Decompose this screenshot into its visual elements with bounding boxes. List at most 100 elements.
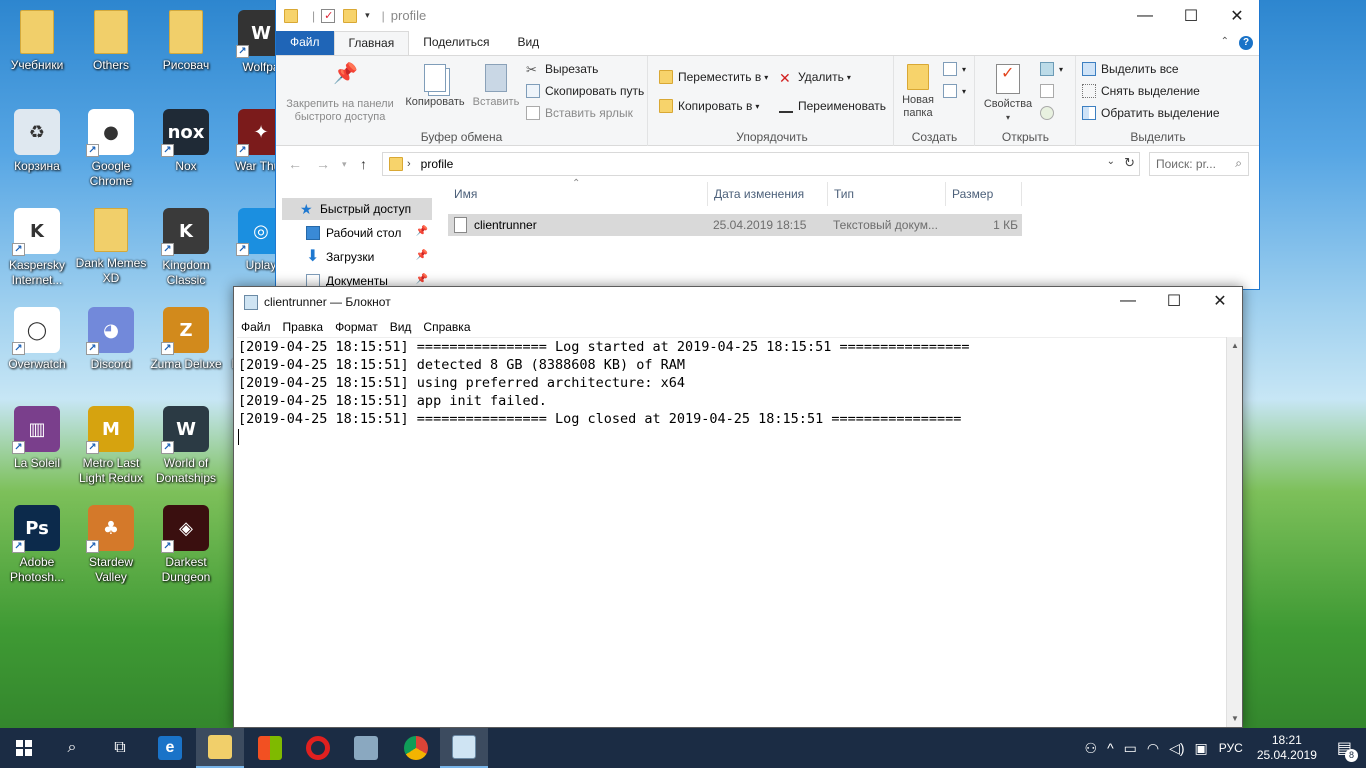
chevron-up-icon[interactable]: ^ [1107,740,1114,756]
battery-icon[interactable]: ▭ [1124,740,1137,757]
up-button[interactable]: ↑ [360,156,367,172]
maximize-button[interactable]: ☐ [1168,0,1214,32]
clock[interactable]: 18:21 25.04.2019 [1257,733,1317,763]
open-with-button[interactable]: ▾ [1040,62,1063,76]
delete-button[interactable]: ✕ Удалить ▾ [779,70,851,86]
select-none-button[interactable]: Снять выделение [1082,84,1200,98]
properties-quick-icon[interactable]: ✓ [321,8,336,23]
menu-help[interactable]: Справка [417,320,476,334]
pin-icon[interactable]: 📌 [416,274,428,285]
copy-path-button[interactable]: Скопировать путь [526,84,644,98]
nav-downloads[interactable]: ⬇ Загрузки 📌 [282,246,432,268]
tab-file[interactable]: Файл [276,31,334,55]
device-icon[interactable]: ▣ [1195,740,1208,757]
easy-access-button[interactable]: ▾ [943,84,966,98]
minimize-button[interactable]: — [1122,0,1168,32]
close-button[interactable]: ✕ [1214,0,1260,32]
edit-button[interactable] [1040,84,1059,98]
desktop-icon-item[interactable]: Учебники [0,4,74,100]
nav-desktop[interactable]: Рабочий стол 📌 [282,222,432,244]
desktop-icon-item[interactable]: Z ↗ Zuma Deluxe [149,301,223,397]
new-folder-button[interactable]: Новая папка [895,60,941,120]
rename-button[interactable]: Переименовать [779,99,886,113]
column-name[interactable]: Имя [448,182,708,206]
chevron-down-icon[interactable]: ▾ [365,10,370,21]
file-row[interactable]: clientrunner 25.04.2019 18:15 Текстовый … [448,214,1022,236]
volume-icon[interactable]: ◁) [1169,740,1184,757]
notepad-taskbar-button[interactable] [440,728,488,768]
new-folder-quick-icon[interactable] [343,8,358,23]
history-button[interactable] [1040,106,1059,120]
explorer-window[interactable]: | ✓ ▾ | profile — ☐ ✕ Файл Главная Подел… [275,0,1260,290]
tab-share[interactable]: Поделиться [409,31,503,55]
copy-button[interactable]: Копировать [400,60,470,109]
vertical-scrollbar[interactable]: ▲ ▼ [1226,337,1242,727]
menu-view[interactable]: Вид [384,320,418,334]
paste-button[interactable]: Вставить [468,60,524,109]
column-type[interactable]: Тип [828,182,946,206]
copy-to-button[interactable]: Копировать в ▾ [659,99,759,113]
column-date[interactable]: Дата изменения [708,182,828,206]
desktop-icon-item[interactable]: ◯ ↗ Overwatch [0,301,74,397]
desktop-icon-item[interactable]: ◈ ↗ Darkest Dungeon [149,499,223,595]
menu-edit[interactable]: Правка [277,320,330,334]
desktop-icon-item[interactable]: Others [74,4,148,100]
back-button[interactable]: ← [288,156,302,172]
move-to-button[interactable]: Переместить в ▾ [659,70,768,84]
edge-button[interactable]: e [146,728,194,768]
people-icon[interactable]: ⚇ [1085,740,1098,757]
desktop-icon-item[interactable]: ♻ Корзина [0,103,74,199]
start-button[interactable] [0,728,48,768]
desktop-icon-item[interactable]: ◕ ↗ Discord [74,301,148,397]
desktop-icon-item[interactable]: nox ↗ Nox [149,103,223,199]
language-indicator[interactable]: РУС [1219,741,1243,755]
store-button[interactable] [246,728,294,768]
address-dropdown-icon[interactable]: ⌄ [1107,156,1115,167]
scroll-down-icon[interactable]: ▼ [1231,714,1239,723]
desktop-icon-item[interactable]: K ↗ Kingdom Classic [149,202,223,298]
notepad-minimize-button[interactable]: — [1105,286,1151,316]
tab-view[interactable]: Вид [503,31,553,55]
pin-icon[interactable]: 📌 [416,226,428,237]
desktop-icon-item[interactable]: Dank Memes XD [74,202,148,298]
wifi-icon[interactable]: ◠ [1147,740,1159,757]
search-button[interactable]: ⌕ [48,728,96,768]
desktop-icon-item[interactable]: Рисовач [149,4,223,100]
recent-locations-icon[interactable]: ▾ [342,159,347,170]
notepad-titlebar[interactable]: clientrunner — Блокнот — ☐ ✕ [234,287,1242,317]
cut-button[interactable]: ✂ Вырезать [526,62,598,77]
new-item-button[interactable]: ▾ [943,62,966,76]
address-bar[interactable]: › profile ⌄ ↻ [382,152,1140,176]
desktop-icon-item[interactable]: M ↗ Metro Last Light Redux [74,400,148,496]
desktop-icon-item[interactable]: Ps ↗ Adobe Photosh... [0,499,74,595]
forward-button[interactable]: → [316,156,330,172]
pin-icon[interactable]: 📌 [416,250,428,261]
invert-selection-button[interactable]: Обратить выделение [1082,106,1220,120]
chrome-button[interactable] [392,728,440,768]
nav-quick-access[interactable]: ★ Быстрый доступ [282,198,432,220]
menu-file[interactable]: Файл [235,320,277,334]
desktop-icon-item[interactable]: ▥ ↗ La Soleil [0,400,74,496]
collapse-ribbon-icon[interactable]: ⌃ [1221,36,1229,47]
notepad-close-button[interactable]: ✕ [1197,286,1243,316]
menu-format[interactable]: Формат [329,320,384,334]
properties-button[interactable]: ✓ Свойства ▾ [980,60,1036,124]
app-button[interactable] [342,728,390,768]
file-explorer-button[interactable] [196,728,244,768]
opera-button[interactable] [294,728,342,768]
desktop-icon-item[interactable]: K ↗ Kaspersky Internet... [0,202,74,298]
tab-home[interactable]: Главная [333,31,410,55]
pin-quick-access-button[interactable]: 📌 Закрепить на панели быстрого доступа [280,60,400,124]
desktop-icon-item[interactable]: ● ↗ Google Chrome [74,103,148,199]
help-icon[interactable]: ? [1239,36,1253,50]
refresh-icon[interactable]: ↻ [1124,155,1135,171]
scroll-up-icon[interactable]: ▲ [1231,341,1239,350]
notepad-maximize-button[interactable]: ☐ [1151,286,1197,316]
task-view-button[interactable]: ⧉ [96,728,144,768]
explorer-titlebar[interactable]: | ✓ ▾ | profile — ☐ ✕ [276,0,1259,32]
search-input[interactable]: Поиск: pr... ⌕ [1149,152,1249,176]
desktop-icon-item[interactable]: W ↗ World of Donatships [149,400,223,496]
notepad-window[interactable]: clientrunner — Блокнот — ☐ ✕ Файл Правка… [233,286,1243,728]
column-size[interactable]: Размер [946,182,1022,206]
notifications-button[interactable]: ▤ 8 [1337,738,1358,762]
